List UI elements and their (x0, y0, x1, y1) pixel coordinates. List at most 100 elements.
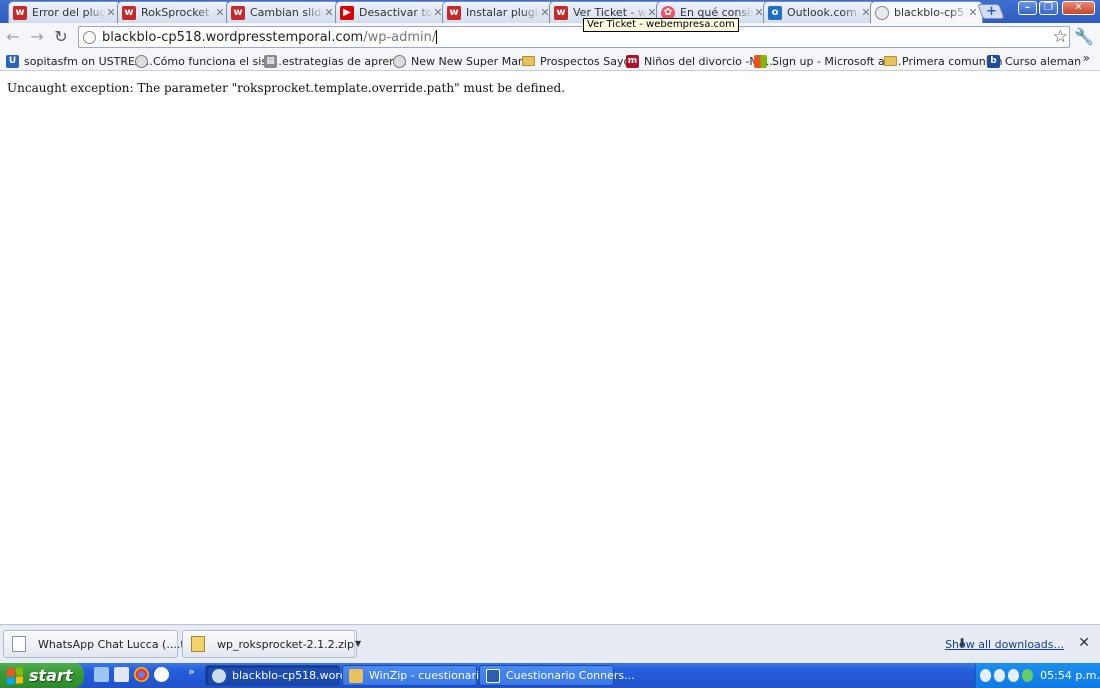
download-name: wp_roksprocket-2.1.2.zip (217, 637, 354, 651)
tab-label: Desactivar todo (359, 6, 433, 19)
quick-launch (94, 667, 169, 682)
chevron-down-icon[interactable]: ▼ (353, 631, 361, 657)
webempresa-icon: w (122, 5, 136, 20)
tab-outlook[interactable]: o Outlook.com - a ✕ (763, 1, 876, 23)
network-icon[interactable] (1008, 669, 1020, 682)
chevron-left-icon[interactable] (994, 669, 1006, 682)
wrench-menu-icon[interactable]: 🔧 (1074, 27, 1094, 46)
download-item-roksprocket[interactable]: wp_roksprocket-2.1.2.zip ▼ (182, 630, 361, 658)
m-icon: m (626, 54, 639, 68)
bookmark-label: New New Super Mari... (411, 54, 537, 68)
error-message: Uncaught exception: The parameter "roksp… (7, 81, 566, 95)
maximize-button[interactable]: ❐ (1039, 1, 1058, 15)
bookmark-prospectos-sayco[interactable]: Prospectos Sayco (522, 53, 636, 69)
url-text[interactable]: blackblo-cp518.wordpresstemporal.com/wp-… (102, 29, 438, 45)
youtube-icon: ▶ (340, 5, 354, 20)
system-tray: 05:54 p.m. (975, 663, 1100, 688)
page-content: Uncaught exception: The parameter "roksp… (0, 72, 1100, 624)
browser-toolbar: ← → ↻ blackblo-cp518.wordpresstemporal.c… (0, 23, 1100, 50)
bookmark-sopitasfm[interactable]: U sopitasfm on USTREA... (6, 53, 153, 69)
start-label: start (29, 666, 73, 685)
b-icon: b (987, 54, 1000, 68)
globe-icon (135, 54, 148, 68)
page-icon: ▦ (264, 54, 277, 68)
bookmark-sign-up-microsoft[interactable]: Sign up - Microsoft ac... (754, 53, 901, 69)
close-icon[interactable]: ✕ (215, 6, 225, 19)
clock: 05:54 p.m. (1040, 669, 1100, 682)
window-close-button[interactable]: ✕ (1062, 1, 1095, 15)
close-icon[interactable]: ✕ (324, 6, 334, 19)
app-icon[interactable] (114, 667, 129, 682)
chrome-icon (212, 668, 226, 683)
tab-label: Outlook.com - a (787, 6, 861, 19)
bookmark-primera-comunion[interactable]: Primera comunion (884, 53, 1002, 69)
tab-roksprocket[interactable]: w RokSprocket (1) ✕ (117, 1, 230, 23)
globe-icon (83, 30, 96, 44)
webempresa-icon: w (13, 5, 27, 20)
windows-logo-icon (7, 666, 23, 685)
close-shelf-button[interactable]: ✕ (1078, 635, 1090, 651)
close-icon[interactable]: ✕ (106, 6, 116, 19)
download-name: WhatsApp Chat Lucca (....txt (38, 637, 196, 651)
text-caret (436, 30, 438, 44)
media-player-icon[interactable] (154, 667, 169, 682)
taskbar-item-chrome[interactable]: blackblo-cp518.word... (205, 665, 357, 686)
microsoft-icon (754, 54, 767, 68)
download-shelf: WhatsApp Chat Lucca (....txt ▼ wp_rokspr… (0, 624, 1100, 663)
task-label: blackblo-cp518.word... (232, 669, 358, 682)
tab-label: Instalar plugins (466, 6, 540, 19)
tab-strip: w Error del plugin ✕ w RokSprocket (1) ✕… (0, 0, 1100, 23)
bookmark-label: Cómo funciona el sist... (153, 54, 282, 68)
start-button[interactable]: start (0, 663, 84, 688)
winzip-icon (349, 668, 363, 683)
bookmark-label: sopitasfm on USTREA... (24, 54, 153, 68)
quick-launch-overflow[interactable]: » (188, 665, 195, 678)
zip-file-icon (191, 636, 205, 652)
bookmark-estrategias[interactable]: ▦ estrategias de apren... (264, 53, 407, 69)
download-item-whatsapp[interactable]: WhatsApp Chat Lucca (....txt ▼ (3, 630, 203, 658)
show-desktop-icon[interactable] (94, 667, 109, 682)
back-button[interactable]: ← (4, 28, 22, 46)
bookmarks-bar: U sopitasfm on USTREA... Cómo funciona e… (0, 50, 1100, 71)
text-file-icon (12, 636, 26, 652)
url-host: blackblo-cp518.wordpresstemporal.com (102, 29, 364, 45)
windows-taskbar: start » blackblo-cp518.word... WinZip - … (0, 663, 1100, 688)
tab-instalar-plugins[interactable]: w Instalar plugins ✕ (442, 1, 555, 23)
bookmark-como-funciona[interactable]: Cómo funciona el sist... (135, 53, 282, 69)
forward-button[interactable]: → (28, 28, 46, 46)
task-label: Cuestionario Conners... (506, 669, 635, 682)
tab-blackblo[interactable]: blackblo-cp518. ✕ (870, 1, 983, 23)
bookmark-label: Sign up - Microsoft ac... (772, 54, 902, 68)
bookmarks-overflow-button[interactable]: » (1083, 51, 1090, 65)
tab-error-del-plugin[interactable]: w Error del plugin ✕ (8, 1, 121, 23)
bookmark-label: Curso aleman (1005, 54, 1082, 68)
plus-icon: + (985, 4, 997, 19)
show-all-downloads-link[interactable]: Show all downloads... (945, 638, 1064, 651)
tab-desactivar-todo[interactable]: ▶ Desactivar todo ✕ (335, 1, 448, 23)
folder-icon (884, 56, 897, 66)
bookmark-curso-aleman[interactable]: b Curso aleman (987, 53, 1081, 69)
webempresa-icon: w (231, 5, 245, 20)
webempresa-icon: w (447, 5, 461, 20)
minimize-button[interactable]: – (1018, 1, 1037, 15)
word-icon (486, 668, 500, 683)
bookmark-star-icon[interactable]: ☆ (1053, 27, 1068, 47)
taskbar-item-winzip[interactable]: WinZip - cuestionario... (342, 665, 496, 686)
tab-label: Error del plugin (32, 6, 106, 19)
folder-icon (522, 56, 535, 66)
reload-button[interactable]: ↻ (52, 28, 70, 46)
help-icon[interactable] (980, 669, 992, 682)
address-bar[interactable]: blackblo-cp518.wordpresstemporal.com/wp-… (78, 26, 1070, 48)
url-path: /wp-admin/ (363, 29, 437, 45)
outlook-icon: o (768, 5, 782, 20)
bookmark-super-mario[interactable]: New New Super Mari... (393, 53, 536, 69)
tab-cambian-slider[interactable]: w Cambian slider e ✕ (226, 1, 339, 23)
tab-label: Cambian slider e (250, 6, 324, 19)
new-tab-button[interactable]: + (977, 4, 1005, 19)
taskbar-item-word[interactable]: Cuestionario Conners... (479, 665, 635, 686)
close-icon[interactable]: ✕ (968, 6, 978, 19)
bookmark-label: estrategias de apren... (282, 54, 407, 68)
chrome-icon[interactable] (134, 667, 149, 682)
bookmark-label: Prospectos Sayco (540, 54, 637, 68)
wifi-icon[interactable] (1022, 669, 1034, 682)
